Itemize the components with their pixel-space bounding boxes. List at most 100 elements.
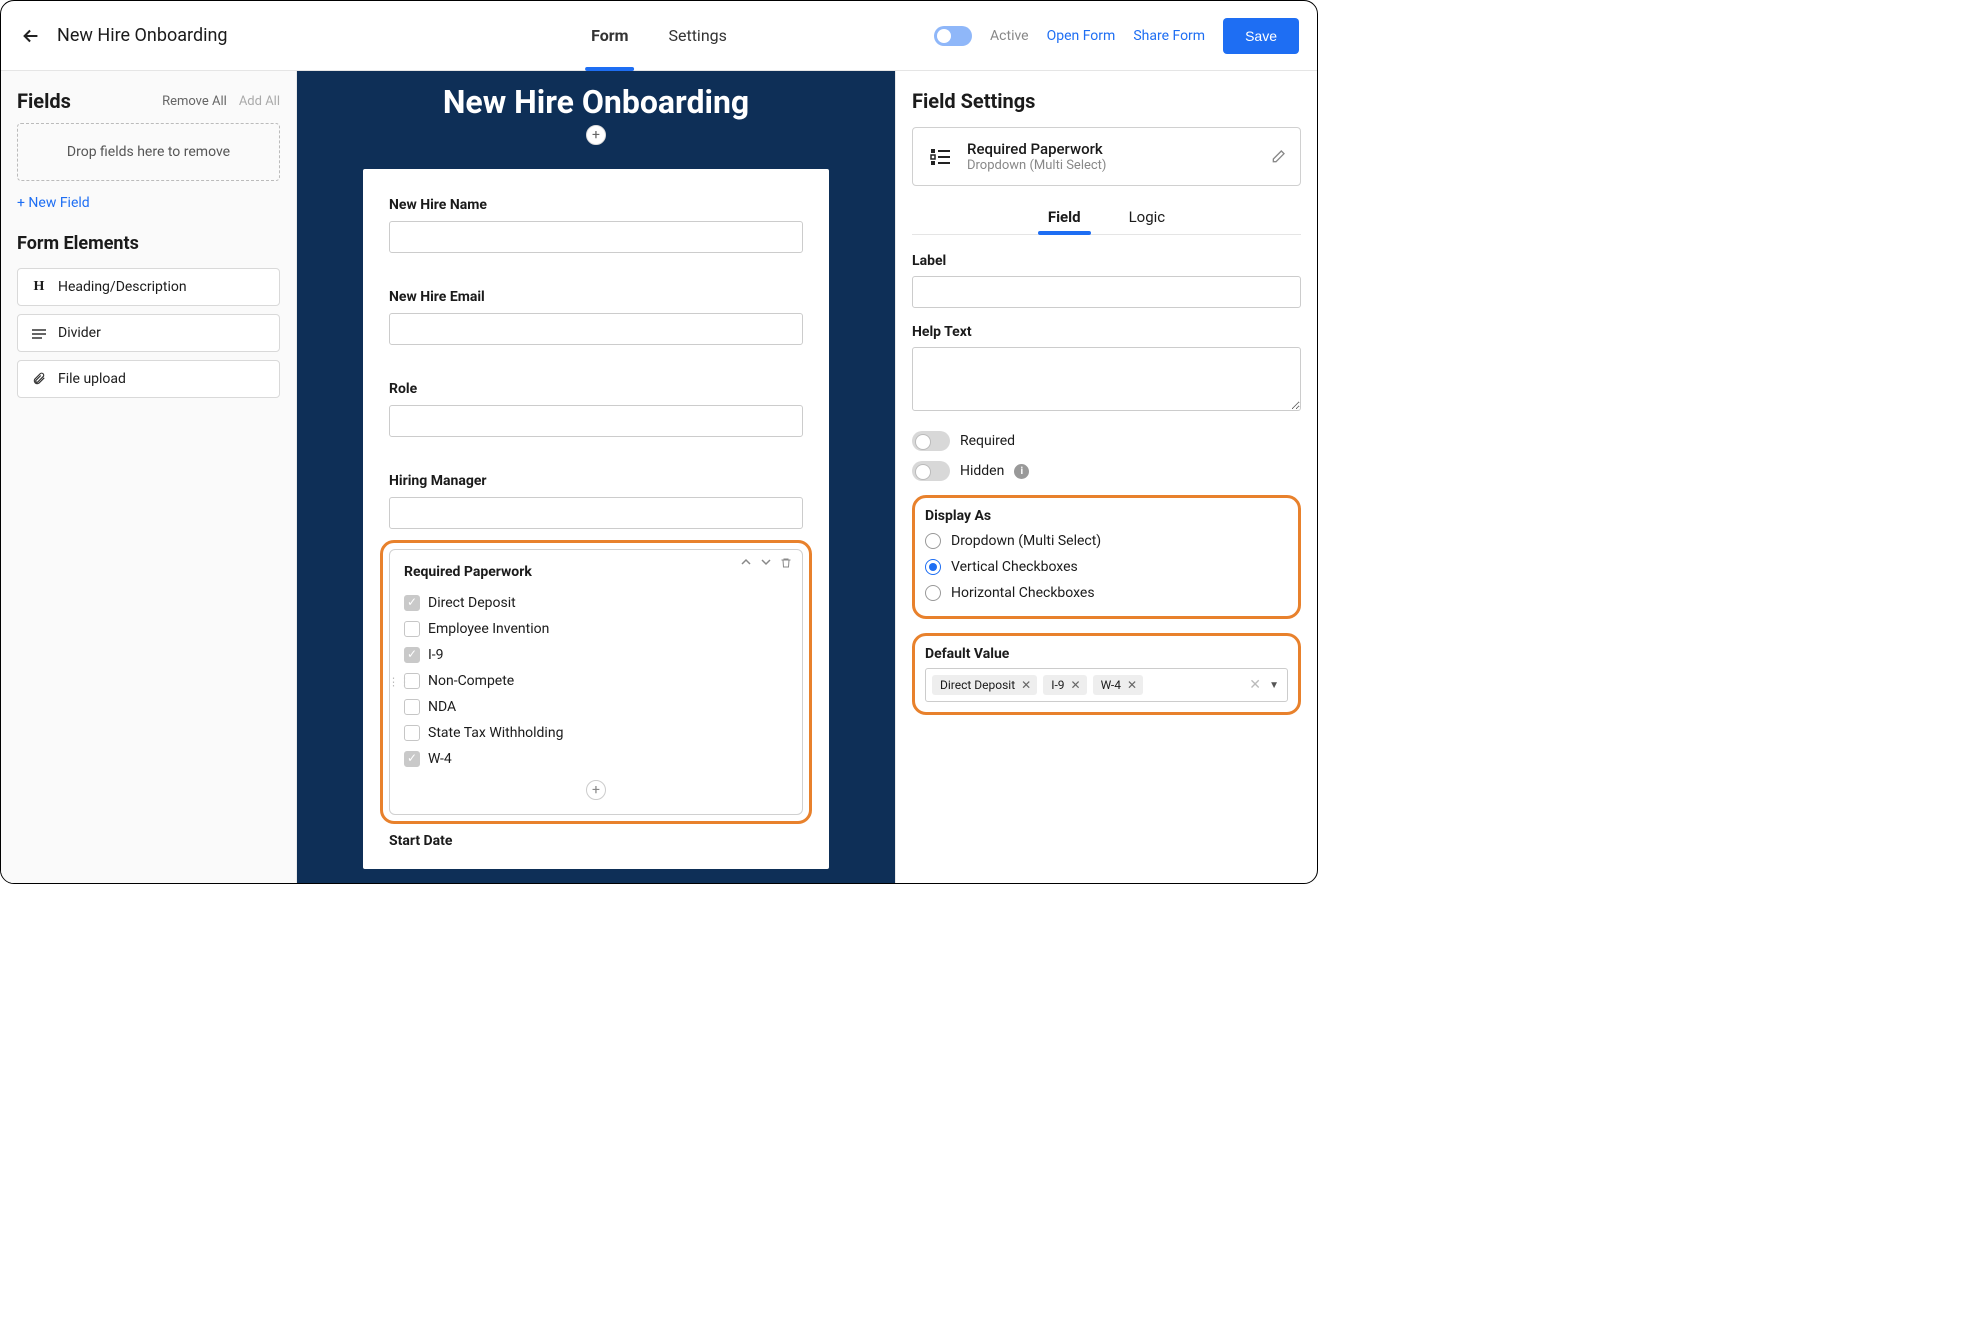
default-value-input[interactable]: Direct Deposit ✕ I-9 ✕ W-4 ✕ ✕ ▼ bbox=[925, 668, 1288, 702]
default-value-chip[interactable]: I-9 ✕ bbox=[1043, 675, 1086, 695]
display-as-option[interactable]: Vertical Checkboxes bbox=[925, 554, 1288, 580]
form-field[interactable]: Hiring Manager bbox=[389, 473, 803, 529]
checkbox-option[interactable]: State Tax Withholding bbox=[404, 720, 788, 746]
text-input[interactable] bbox=[389, 497, 803, 529]
text-input[interactable] bbox=[389, 405, 803, 437]
element-label: Heading/Description bbox=[58, 279, 187, 295]
checkbox-option[interactable]: Direct Deposit bbox=[404, 590, 788, 616]
edit-field-icon[interactable] bbox=[1270, 149, 1286, 165]
checkbox-label: State Tax Withholding bbox=[428, 725, 563, 741]
element-label: Divider bbox=[58, 325, 101, 341]
back-arrow-icon[interactable] bbox=[19, 24, 43, 48]
display-as-section: Display As Dropdown (Multi Select) Vertic… bbox=[912, 495, 1301, 619]
page-title: New Hire Onboarding bbox=[57, 25, 228, 46]
remove-all-link[interactable]: Remove All bbox=[162, 94, 227, 109]
dropdown-caret-icon[interactable]: ▼ bbox=[1269, 680, 1279, 691]
default-value-heading: Default Value bbox=[925, 646, 1288, 662]
info-icon[interactable]: i bbox=[1014, 464, 1029, 479]
checkbox-icon[interactable] bbox=[404, 751, 420, 767]
required-label: Required bbox=[960, 433, 1015, 449]
chip-label: W-4 bbox=[1101, 678, 1121, 692]
field-settings-heading: Field Settings bbox=[912, 89, 1301, 113]
add-all-link[interactable]: Add All bbox=[239, 94, 280, 109]
remove-dropzone[interactable]: Drop fields here to remove bbox=[17, 123, 280, 181]
text-input[interactable] bbox=[389, 221, 803, 253]
element-divider[interactable]: Divider bbox=[17, 314, 280, 352]
radio-icon[interactable] bbox=[925, 533, 941, 549]
header-actions: Active Open Form Share Form Save bbox=[934, 18, 1299, 54]
element-file-upload[interactable]: File upload bbox=[17, 360, 280, 398]
text-input[interactable] bbox=[389, 313, 803, 345]
hidden-label: Hidden bbox=[960, 463, 1004, 479]
chip-label: Direct Deposit bbox=[940, 678, 1015, 692]
radio-label: Dropdown (Multi Select) bbox=[951, 533, 1101, 549]
add-option-button[interactable]: + bbox=[586, 780, 606, 800]
selected-field-required-paperwork[interactable]: ⋮⋮ Required Paperwork Direct DepositEmpl… bbox=[389, 549, 803, 815]
label-setting-label: Label bbox=[912, 253, 1301, 269]
checkbox-option[interactable]: Non-Compete bbox=[404, 668, 788, 694]
checkbox-label: Non-Compete bbox=[428, 673, 514, 689]
required-toggle[interactable] bbox=[912, 431, 950, 451]
active-toggle-label: Active bbox=[990, 28, 1029, 44]
checkbox-icon[interactable] bbox=[404, 725, 420, 741]
tab-settings[interactable]: Settings bbox=[668, 1, 726, 70]
heading-icon: H bbox=[30, 279, 48, 295]
checkbox-option[interactable]: I-9 bbox=[404, 642, 788, 668]
field-label: Required Paperwork bbox=[404, 564, 788, 580]
default-value-section: Default Value Direct Deposit ✕ I-9 ✕ W-4 ✕ ✕ … bbox=[912, 633, 1301, 715]
checkbox-icon[interactable] bbox=[404, 621, 420, 637]
default-value-chip[interactable]: Direct Deposit ✕ bbox=[932, 675, 1037, 695]
form-field[interactable]: New Hire Email bbox=[389, 289, 803, 345]
checkbox-option[interactable]: Employee Invention bbox=[404, 616, 788, 642]
subtab-field[interactable]: Field bbox=[1044, 200, 1085, 234]
insert-section-button[interactable]: + bbox=[586, 125, 606, 145]
checkbox-label: NDA bbox=[428, 699, 456, 715]
save-button[interactable]: Save bbox=[1223, 18, 1299, 54]
field-label: New Hire Email bbox=[389, 289, 803, 305]
tab-form[interactable]: Form bbox=[591, 1, 628, 70]
element-heading-description[interactable]: H Heading/Description bbox=[17, 268, 280, 306]
checkbox-icon[interactable] bbox=[404, 699, 420, 715]
checkbox-icon[interactable] bbox=[404, 673, 420, 689]
paperclip-icon bbox=[30, 371, 48, 387]
checkbox-label: W-4 bbox=[428, 751, 452, 767]
radio-icon[interactable] bbox=[925, 559, 941, 575]
display-as-option[interactable]: Dropdown (Multi Select) bbox=[925, 528, 1288, 554]
move-down-icon[interactable] bbox=[760, 556, 772, 570]
help-text-setting-label: Help Text bbox=[912, 324, 1301, 340]
chip-remove-icon[interactable]: ✕ bbox=[1021, 678, 1031, 692]
delete-icon[interactable] bbox=[780, 556, 792, 570]
move-up-icon[interactable] bbox=[740, 556, 752, 570]
chip-remove-icon[interactable]: ✕ bbox=[1071, 678, 1081, 692]
header-tabs: Form Settings bbox=[591, 1, 727, 70]
checkbox-icon[interactable] bbox=[404, 647, 420, 663]
field-label: New Hire Name bbox=[389, 197, 803, 213]
subtab-logic[interactable]: Logic bbox=[1125, 200, 1170, 234]
radio-icon[interactable] bbox=[925, 585, 941, 601]
checkbox-option[interactable]: NDA bbox=[404, 694, 788, 720]
open-form-link[interactable]: Open Form bbox=[1047, 28, 1116, 44]
clear-all-icon[interactable]: ✕ bbox=[1249, 677, 1261, 693]
share-form-link[interactable]: Share Form bbox=[1133, 28, 1205, 44]
checkbox-label: I-9 bbox=[428, 647, 444, 663]
chip-remove-icon[interactable]: ✕ bbox=[1127, 678, 1137, 692]
label-input[interactable] bbox=[912, 276, 1301, 308]
display-as-option[interactable]: Horizontal Checkboxes bbox=[925, 580, 1288, 606]
field-identity-card: Required Paperwork Dropdown (Multi Selec… bbox=[912, 127, 1301, 186]
divider-icon bbox=[30, 327, 48, 339]
checkbox-icon[interactable] bbox=[404, 595, 420, 611]
form-field[interactable]: New Hire Name bbox=[389, 197, 803, 253]
checkbox-label: Direct Deposit bbox=[428, 595, 516, 611]
display-as-heading: Display As bbox=[925, 508, 1288, 524]
form-field[interactable]: Role bbox=[389, 381, 803, 437]
default-value-chip[interactable]: W-4 ✕ bbox=[1093, 675, 1143, 695]
radio-label: Horizontal Checkboxes bbox=[951, 585, 1095, 601]
help-text-input[interactable] bbox=[912, 347, 1301, 411]
hidden-toggle[interactable] bbox=[912, 461, 950, 481]
fields-heading: Fields bbox=[17, 89, 71, 113]
chip-label: I-9 bbox=[1051, 678, 1064, 692]
active-toggle[interactable] bbox=[934, 26, 972, 46]
checkbox-option[interactable]: W-4 bbox=[404, 746, 788, 772]
form-canvas: New Hire Onboarding + New Hire Name New … bbox=[297, 71, 895, 883]
new-field-button[interactable]: + New Field bbox=[17, 195, 280, 211]
